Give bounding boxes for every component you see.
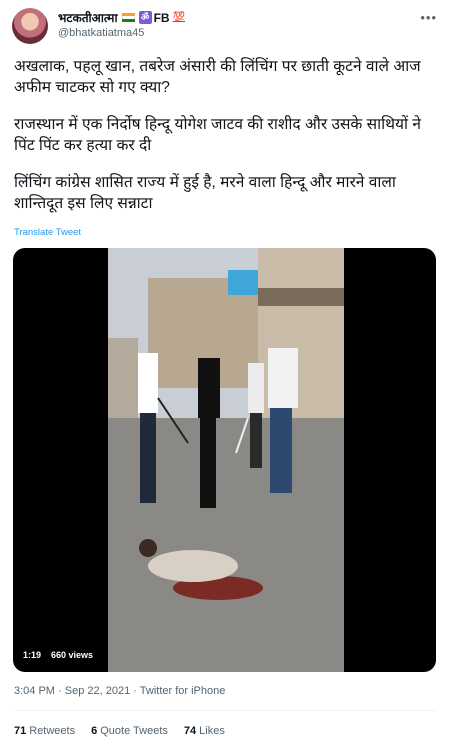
video-views: 660 views — [51, 650, 94, 660]
author-name-row[interactable]: भटकतीआत्मा ॐ FB 💯 — [58, 9, 185, 26]
quote-tweets-label: Quote Tweets — [100, 725, 168, 737]
author-handle[interactable]: @bhatkatiatma45 — [58, 27, 144, 39]
translate-tweet-link[interactable]: Translate Tweet — [14, 227, 81, 238]
hundred-icon: 💯 — [172, 12, 186, 23]
retweets-stat[interactable]: 71 Retweets — [14, 725, 75, 737]
india-flag-icon — [121, 13, 135, 22]
video-player[interactable]: 1:19 660 views — [13, 248, 436, 672]
author-display-name[interactable]: भटकतीआत्मा — [58, 9, 118, 26]
video-meta: 1:19 660 views — [23, 650, 93, 660]
more-options-icon[interactable]: ••• — [420, 10, 437, 25]
quote-tweets-count: 6 — [91, 725, 98, 737]
likes-label: Likes — [199, 725, 225, 737]
likes-stat[interactable]: 74 Likes — [184, 725, 225, 737]
video-frame — [108, 248, 344, 672]
likes-count: 74 — [183, 725, 197, 737]
retweets-label: Retweets — [29, 725, 76, 737]
quote-tweets-stat[interactable]: 6 Quote Tweets — [91, 725, 168, 737]
tweet-text: अखलाक, पहलू खान, तबरेज अंसारी की लिंचिंग… — [14, 56, 442, 230]
video-frame-image — [108, 248, 344, 672]
tweet-stats: 71 Retweets 6 Quote Tweets 74 Likes — [14, 725, 225, 737]
tweet-timestamp[interactable]: 3:04 PM · Sep 22, 2021 · Twitter for iPh… — [14, 685, 225, 697]
tweet-paragraph: अखलाक, पहलू खान, तबरेज अंसारी की लिंचिंग… — [14, 58, 421, 96]
tweet-paragraph: लिंचिंग कांग्रेस शासित राज्य में हुई है,… — [14, 174, 396, 212]
tweet-paragraph: राजस्थान में एक निर्दोष हिन्दू योगेश जाट… — [14, 116, 421, 154]
avatar[interactable] — [12, 8, 48, 44]
retweets-count: 71 — [14, 725, 27, 737]
om-icon: ॐ — [138, 11, 152, 24]
video-duration: 1:19 — [23, 650, 42, 660]
fb-badge: FB — [153, 10, 170, 25]
divider — [14, 710, 437, 711]
